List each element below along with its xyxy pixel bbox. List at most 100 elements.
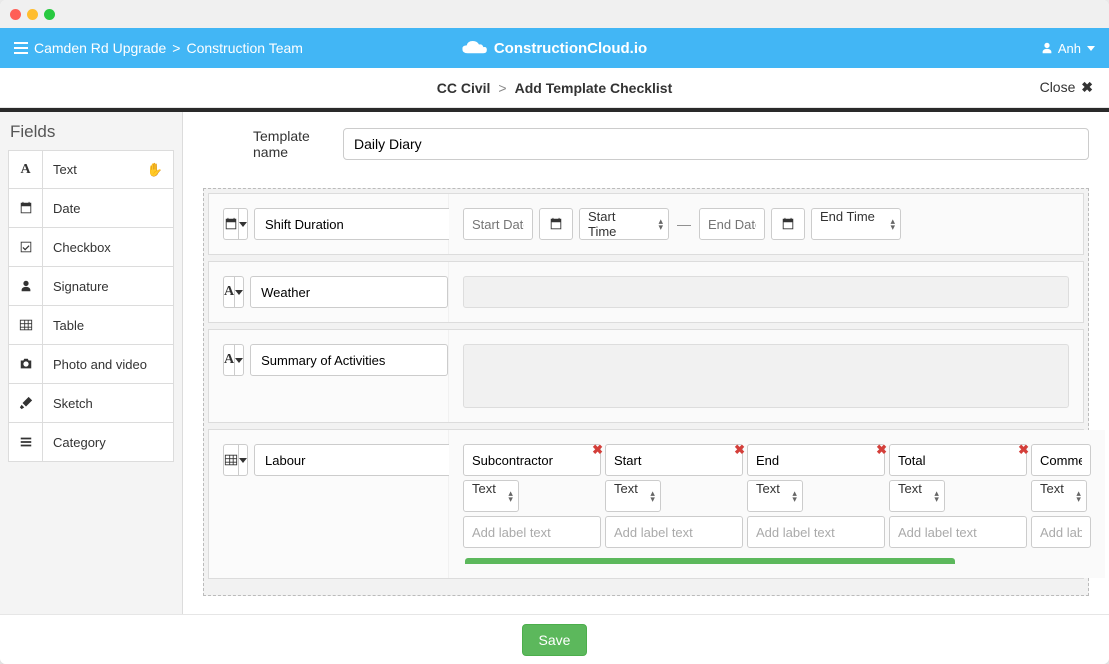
- table-column: Text ▴▾: [1031, 444, 1091, 548]
- close-button[interactable]: Close ✖: [1040, 79, 1093, 96]
- field-type-button[interactable]: A: [223, 344, 234, 376]
- end-time-select[interactable]: End Time ▴▾: [811, 208, 901, 240]
- menu-icon[interactable]: [14, 42, 28, 54]
- calendar-icon: [224, 217, 238, 231]
- template-canvas[interactable]: Start Time ▴▾ — End Time ▴▾: [203, 188, 1089, 596]
- window-zoom-dot[interactable]: [44, 9, 55, 20]
- field-name-input[interactable]: [250, 344, 448, 376]
- field-label: Sketch: [43, 396, 93, 411]
- field-label: Table: [43, 318, 84, 333]
- block-weather[interactable]: A: [208, 261, 1084, 323]
- field-type-dropdown[interactable]: [238, 208, 248, 240]
- column-header-input[interactable]: [605, 444, 743, 476]
- field-type-category[interactable]: Category: [8, 423, 174, 462]
- column-label-input[interactable]: [463, 516, 601, 548]
- block-summary[interactable]: A: [208, 329, 1084, 423]
- breadcrumb-project: Camden Rd Upgrade: [34, 40, 166, 56]
- column-label-input[interactable]: [1031, 516, 1091, 548]
- end-time-value: End Time: [811, 208, 901, 240]
- block-labour[interactable]: ✖ Text ▴▾ ✖: [208, 429, 1084, 579]
- delete-column-button[interactable]: ✖: [876, 442, 887, 458]
- table-icon: [224, 453, 238, 467]
- start-time-select[interactable]: Start Time ▴▾: [579, 208, 669, 240]
- column-label-input[interactable]: [605, 516, 743, 548]
- column-type-select[interactable]: Text ▴▾: [605, 480, 661, 512]
- weather-input-placeholder[interactable]: [463, 276, 1069, 308]
- start-date-input[interactable]: [463, 208, 533, 240]
- field-label: Signature: [43, 279, 109, 294]
- start-date-picker-button[interactable]: [539, 208, 573, 240]
- field-type-dropdown[interactable]: [234, 276, 244, 308]
- field-type-photo[interactable]: Photo and video: [8, 345, 174, 384]
- field-label: Category: [43, 435, 106, 450]
- field-type-signature[interactable]: Signature: [8, 267, 174, 306]
- column-type-select[interactable]: Text ▴▾: [889, 480, 945, 512]
- brand-icon: [462, 41, 486, 55]
- save-button[interactable]: Save: [522, 624, 588, 656]
- brand[interactable]: ConstructionCloud.io: [462, 40, 647, 57]
- window-minimize-dot[interactable]: [27, 9, 38, 20]
- subhead-sep: >: [498, 80, 506, 96]
- top-navbar: Camden Rd Upgrade > Construction Team Co…: [0, 28, 1109, 68]
- table-column: ✖ Text ▴▾: [605, 444, 743, 548]
- field-label: Checkbox: [43, 240, 111, 255]
- delete-column-button[interactable]: ✖: [1018, 442, 1029, 458]
- brush-icon: [9, 384, 43, 422]
- breadcrumb[interactable]: Camden Rd Upgrade > Construction Team: [14, 40, 303, 56]
- field-name-input[interactable]: [254, 444, 452, 476]
- block-shift-duration[interactable]: Start Time ▴▾ — End Time ▴▾: [208, 193, 1084, 255]
- column-label-input[interactable]: [889, 516, 1027, 548]
- breadcrumb-sep: >: [172, 40, 180, 56]
- column-type-select[interactable]: Text ▴▾: [463, 480, 519, 512]
- caret-down-icon: [235, 290, 243, 295]
- caret-down-icon: [239, 222, 247, 227]
- field-type-sketch[interactable]: Sketch: [8, 384, 174, 423]
- field-type-button[interactable]: [223, 208, 238, 240]
- column-type-select[interactable]: Text ▴▾: [747, 480, 803, 512]
- footer-bar: Save: [0, 614, 1109, 664]
- delete-column-button[interactable]: ✖: [592, 442, 603, 458]
- caret-down-icon: [1087, 46, 1095, 51]
- signature-icon: [9, 267, 43, 305]
- range-dash: —: [675, 216, 693, 232]
- calendar-icon: [549, 217, 563, 231]
- template-canvas-area: Template name: [183, 112, 1109, 614]
- column-header-input[interactable]: [1031, 444, 1091, 476]
- table-column: ✖ Text ▴▾: [889, 444, 1027, 548]
- end-date-input[interactable]: [699, 208, 765, 240]
- field-type-dropdown[interactable]: [238, 444, 248, 476]
- column-header-input[interactable]: [889, 444, 1027, 476]
- subhead-org: CC Civil: [437, 80, 491, 96]
- field-type-date[interactable]: Date: [8, 189, 174, 228]
- user-menu[interactable]: Anh: [1040, 41, 1095, 56]
- summary-textarea-placeholder[interactable]: [463, 344, 1069, 408]
- caret-down-icon: [235, 358, 243, 363]
- column-header-input[interactable]: [463, 444, 601, 476]
- field-name-input[interactable]: [250, 276, 448, 308]
- field-type-checkbox[interactable]: Checkbox: [8, 228, 174, 267]
- checkbox-icon: [9, 228, 43, 266]
- column-label-input[interactable]: [747, 516, 885, 548]
- field-type-text[interactable]: A Text ✋: [8, 150, 174, 189]
- field-type-button[interactable]: [223, 444, 238, 476]
- field-label: Text: [43, 162, 77, 177]
- table-icon: [9, 306, 43, 344]
- template-name-label: Template name: [203, 128, 323, 160]
- end-date-picker-button[interactable]: [771, 208, 805, 240]
- start-time-value: Start Time: [579, 208, 669, 240]
- field-type-dropdown[interactable]: [234, 344, 244, 376]
- field-name-input[interactable]: [254, 208, 452, 240]
- field-type-button[interactable]: A: [223, 276, 234, 308]
- add-column-button-partial[interactable]: [465, 558, 955, 564]
- column-header-input[interactable]: [747, 444, 885, 476]
- brand-text: ConstructionCloud.io: [494, 40, 647, 57]
- template-name-input[interactable]: [343, 128, 1089, 160]
- column-type-select[interactable]: Text ▴▾: [1031, 480, 1087, 512]
- text-icon: A: [9, 151, 43, 188]
- close-label: Close: [1040, 79, 1076, 95]
- calendar-icon: [9, 189, 43, 227]
- field-type-table[interactable]: Table: [8, 306, 174, 345]
- delete-column-button[interactable]: ✖: [734, 442, 745, 458]
- window-close-dot[interactable]: [10, 9, 21, 20]
- subhead-page: Add Template Checklist: [515, 80, 673, 96]
